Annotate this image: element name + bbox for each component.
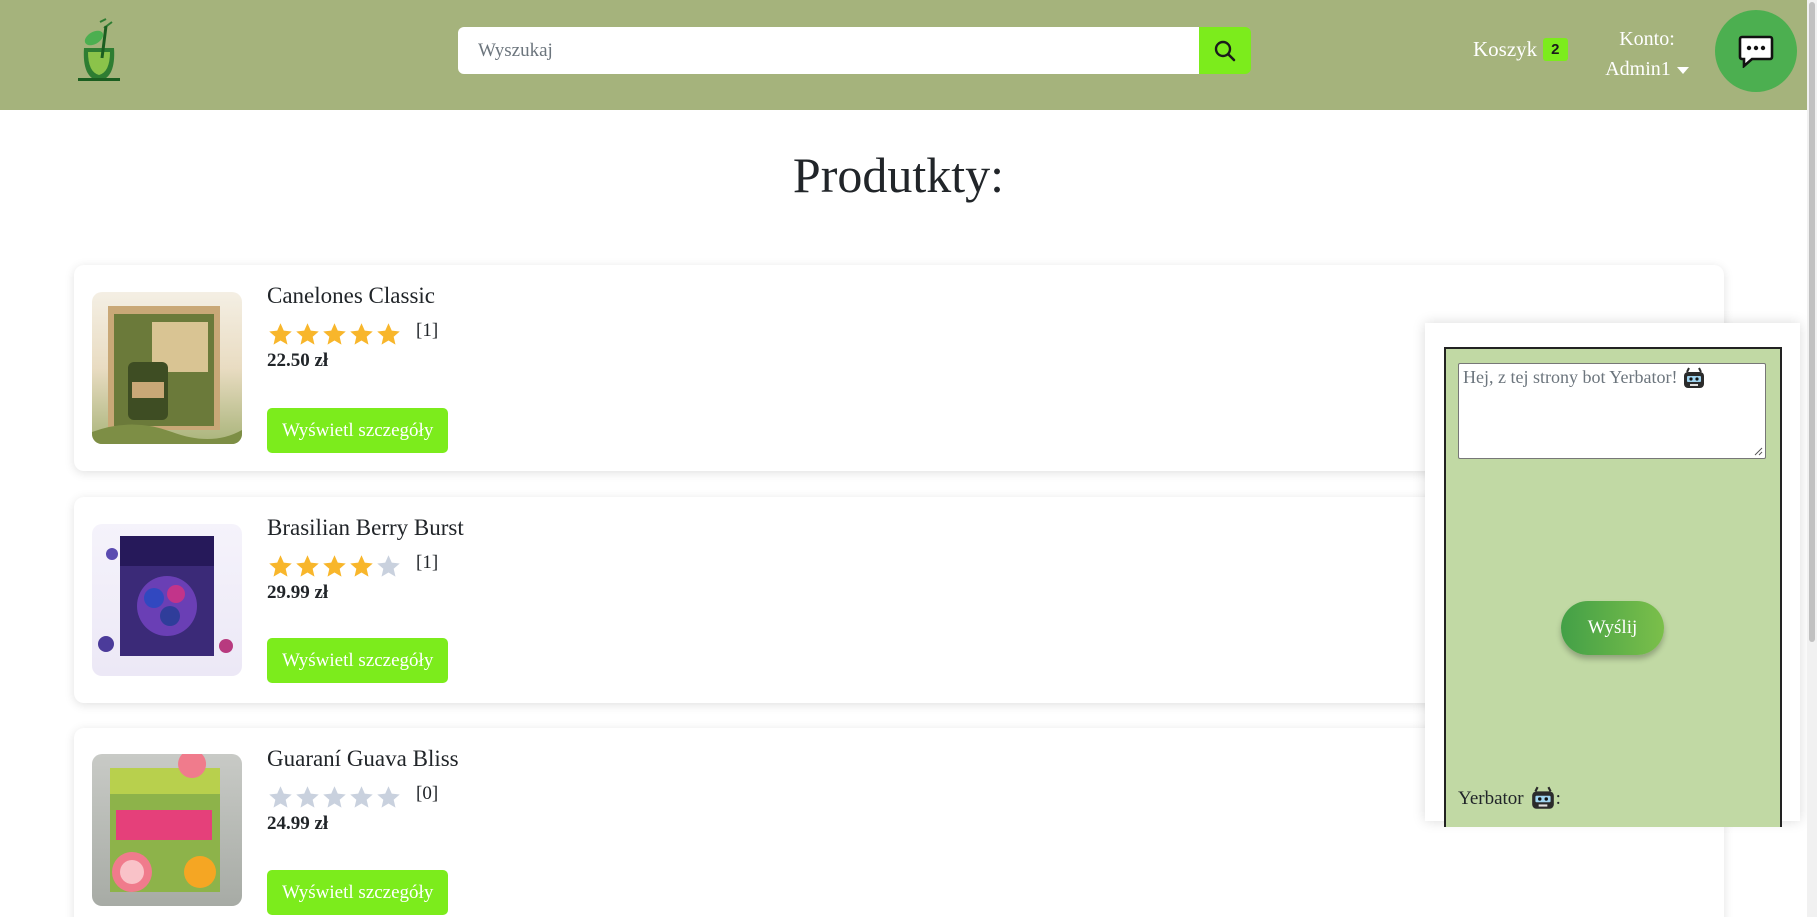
star-empty-icon	[377, 555, 400, 577]
chat-toggle-button[interactable]	[1715, 10, 1797, 92]
star-rating: [1]	[267, 551, 439, 580]
review-count: [0]	[416, 782, 439, 804]
review-count: [1]	[416, 319, 439, 341]
navbar: Koszyk 2 Konto: Admin1	[0, 0, 1817, 110]
star-filled-icon	[350, 323, 373, 345]
product-price: 24.99 zł	[267, 813, 329, 834]
bot-label-suffix: :	[1555, 788, 1561, 809]
product-name[interactable]: Canelones Classic	[267, 283, 435, 309]
robot-face-icon	[1683, 367, 1704, 388]
cart-link[interactable]: Koszyk 2	[1473, 37, 1568, 62]
product-name[interactable]: Brasilian Berry Burst	[267, 515, 464, 541]
chat-message-text: Hej, z tej strony bot Yerbator!	[1463, 367, 1678, 388]
star-filled-icon	[350, 555, 373, 577]
star-filled-icon	[323, 323, 346, 345]
scrollbar-thumb[interactable]	[1809, 2, 1815, 642]
star-filled-icon	[377, 323, 400, 345]
product-price: 29.99 zł	[267, 582, 329, 603]
view-details-button[interactable]: Wyświetl szczegóły	[267, 870, 449, 915]
product-image[interactable]	[92, 292, 242, 444]
chatbot-panel: Hej, z tej strony bot Yerbator! Wyślij Y…	[1425, 323, 1800, 827]
send-button[interactable]: Wyślij	[1561, 601, 1664, 655]
chat-bubble-icon	[1738, 35, 1774, 68]
view-details-button[interactable]: Wyświetl szczegóły	[267, 638, 449, 683]
product-image[interactable]	[92, 754, 242, 906]
search-icon	[1214, 40, 1236, 61]
star-rating: [0]	[267, 782, 439, 811]
star-filled-icon	[269, 555, 292, 577]
star-empty-icon	[296, 786, 319, 808]
cart-label: Koszyk	[1473, 37, 1538, 61]
yerba-mate-logo-icon[interactable]	[72, 18, 126, 84]
chat-message-textarea[interactable]: Hej, z tej strony bot Yerbator!	[1458, 363, 1766, 459]
star-filled-icon	[269, 323, 292, 345]
caret-down-icon	[1676, 66, 1689, 74]
cart-count-badge: 2	[1543, 38, 1568, 61]
product-name[interactable]: Guaraní Guava Bliss	[267, 746, 459, 772]
bot-name: Yerbator	[1458, 788, 1524, 809]
star-empty-icon	[269, 786, 292, 808]
star-empty-icon	[350, 786, 373, 808]
bot-response-label: Yerbator :	[1458, 786, 1561, 812]
view-details-button[interactable]: Wyświetl szczegóły	[267, 408, 449, 453]
resize-grip-icon[interactable]	[1753, 446, 1763, 456]
star-filled-icon	[296, 555, 319, 577]
search-bar	[458, 27, 1251, 74]
product-image[interactable]	[92, 524, 242, 676]
account-username: Admin1	[1605, 58, 1671, 80]
search-button[interactable]	[1199, 27, 1251, 74]
account-dropdown[interactable]: Konto: Admin1	[1600, 24, 1694, 84]
product-price: 22.50 zł	[267, 350, 329, 371]
page-title: Produtkty:	[792, 147, 1005, 203]
review-count: [1]	[416, 551, 439, 573]
star-filled-icon	[323, 555, 346, 577]
star-filled-icon	[296, 323, 319, 345]
search-input[interactable]	[458, 27, 1199, 74]
star-empty-icon	[377, 786, 400, 808]
robot-face-icon	[1531, 786, 1554, 809]
star-rating: [1]	[267, 319, 439, 348]
chatbot-container: Hej, z tej strony bot Yerbator! Wyślij Y…	[1444, 347, 1782, 827]
account-label: Konto:	[1619, 28, 1675, 50]
star-empty-icon	[323, 786, 346, 808]
